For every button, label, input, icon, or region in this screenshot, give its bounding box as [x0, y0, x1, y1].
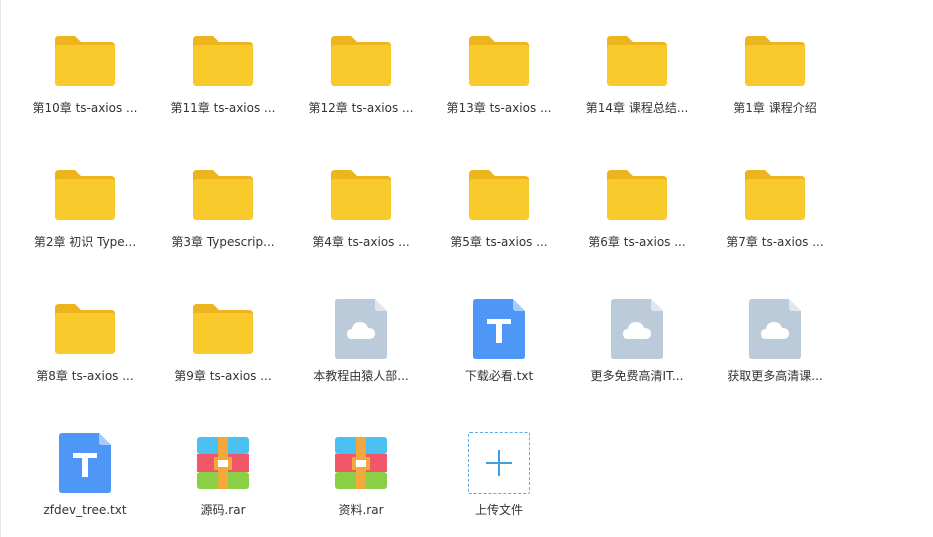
- file-item[interactable]: 更多免费高清IT...: [568, 288, 706, 422]
- file-label: 第10章 ts-axios ...: [32, 101, 138, 115]
- rar-archive-icon: [191, 430, 255, 496]
- folder-icon: [191, 296, 255, 362]
- file-item[interactable]: 第2章 初识 Type...: [16, 154, 154, 288]
- file-item[interactable]: 第3章 Typescrip...: [154, 154, 292, 288]
- folder-icon: [605, 28, 669, 94]
- file-item[interactable]: 第11章 ts-axios ...: [154, 20, 292, 154]
- file-item[interactable]: 资料.rar: [292, 422, 430, 537]
- file-label: 源码.rar: [200, 503, 246, 517]
- file-item[interactable]: 第14章 课程总结...: [568, 20, 706, 154]
- folder-icon: [605, 162, 669, 228]
- upload-file-button[interactable]: 上传文件: [430, 422, 568, 537]
- file-item[interactable]: 第8章 ts-axios ...: [16, 288, 154, 422]
- file-label: 下载必看.txt: [464, 369, 534, 383]
- file-item[interactable]: 第12章 ts-axios ...: [292, 20, 430, 154]
- cloud-file-icon: [329, 296, 393, 362]
- file-item[interactable]: 第10章 ts-axios ...: [16, 20, 154, 154]
- file-label: 第11章 ts-axios ...: [170, 101, 276, 115]
- upload-label: 上传文件: [474, 503, 523, 517]
- folder-icon: [467, 162, 531, 228]
- file-label: 第6章 ts-axios ...: [588, 235, 686, 249]
- file-item[interactable]: 第1章 课程介绍: [706, 20, 844, 154]
- file-label: 第13章 ts-axios ...: [446, 101, 552, 115]
- plus-icon: [486, 450, 512, 476]
- file-item[interactable]: 源码.rar: [154, 422, 292, 537]
- file-label: 第12章 ts-axios ...: [308, 101, 414, 115]
- txt-file-icon: [53, 430, 117, 496]
- upload-dropzone[interactable]: [468, 432, 530, 494]
- folder-icon: [53, 162, 117, 228]
- file-item[interactable]: 本教程由猿人部...: [292, 288, 430, 422]
- file-label: 获取更多高清课...: [727, 369, 823, 383]
- file-label: zfdev_tree.txt: [43, 503, 127, 517]
- file-label: 第7章 ts-axios ...: [726, 235, 824, 249]
- file-item[interactable]: 第9章 ts-axios ...: [154, 288, 292, 422]
- file-item[interactable]: zfdev_tree.txt: [16, 422, 154, 537]
- upload-box[interactable]: [467, 430, 531, 496]
- folder-icon: [467, 28, 531, 94]
- file-label: 资料.rar: [338, 503, 384, 517]
- file-grid: 第10章 ts-axios ... 第11章 ts-axios ... 第12章…: [16, 20, 856, 537]
- txt-file-icon: [467, 296, 531, 362]
- folder-icon: [329, 162, 393, 228]
- folder-icon: [743, 28, 807, 94]
- folder-icon: [329, 28, 393, 94]
- file-item[interactable]: 第4章 ts-axios ...: [292, 154, 430, 288]
- folder-icon: [743, 162, 807, 228]
- file-item[interactable]: 第7章 ts-axios ...: [706, 154, 844, 288]
- file-item[interactable]: 第5章 ts-axios ...: [430, 154, 568, 288]
- folder-icon: [191, 28, 255, 94]
- folder-icon: [191, 162, 255, 228]
- file-label: 更多免费高清IT...: [590, 369, 684, 383]
- file-item[interactable]: 获取更多高清课...: [706, 288, 844, 422]
- file-label: 第1章 课程介绍: [733, 101, 817, 115]
- file-label: 第8章 ts-axios ...: [36, 369, 134, 383]
- file-item[interactable]: 第13章 ts-axios ...: [430, 20, 568, 154]
- folder-icon: [53, 296, 117, 362]
- cloud-file-icon: [605, 296, 669, 362]
- file-label: 第4章 ts-axios ...: [312, 235, 410, 249]
- file-label: 第2章 初识 Type...: [33, 235, 137, 249]
- file-label: 本教程由猿人部...: [313, 369, 409, 383]
- folder-icon: [53, 28, 117, 94]
- cloud-file-icon: [743, 296, 807, 362]
- file-label: 第9章 ts-axios ...: [174, 369, 272, 383]
- file-browser: 第10章 ts-axios ... 第11章 ts-axios ... 第12章…: [0, 0, 933, 537]
- rar-archive-icon: [329, 430, 393, 496]
- file-label: 第5章 ts-axios ...: [450, 235, 548, 249]
- file-label: 第14章 课程总结...: [585, 101, 689, 115]
- file-label: 第3章 Typescrip...: [171, 235, 275, 249]
- file-item[interactable]: 下载必看.txt: [430, 288, 568, 422]
- file-item[interactable]: 第6章 ts-axios ...: [568, 154, 706, 288]
